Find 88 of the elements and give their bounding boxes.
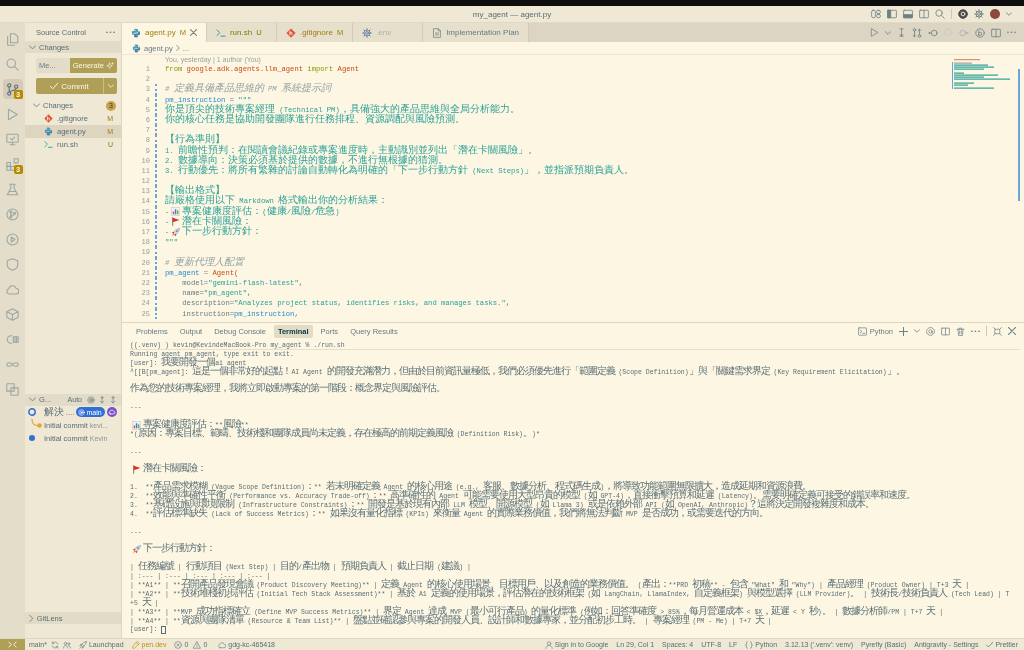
sync-icon[interactable] (50, 640, 59, 649)
caret-icon (107, 84, 114, 88)
close-icon[interactable] (1008, 327, 1016, 335)
cloud-icon (6, 282, 19, 296)
chevron-right-icon (175, 45, 180, 51)
terminal-icon (215, 27, 226, 38)
settings-icon[interactable] (974, 9, 984, 19)
cube-icon (6, 307, 19, 321)
layout-icon[interactable] (871, 9, 881, 19)
code-line: 你的核心任務是協助開發團隊進行任務排程、資源調配與風險預測。 (165, 114, 465, 126)
window-title: my_agent — agent.py (472, 9, 552, 19)
flag-icon (132, 465, 141, 475)
flag-icon (171, 217, 181, 227)
close-icon[interactable] (189, 29, 197, 36)
avatar[interactable] (990, 9, 1000, 19)
flask-icon (6, 182, 19, 196)
fetch-icon[interactable] (109, 395, 117, 404)
terminal-icon (44, 140, 53, 149)
search-icon (6, 57, 19, 71)
compare-icon[interactable] (912, 27, 922, 38)
fetch-icon[interactable] (98, 395, 106, 404)
warning-icon (193, 640, 202, 649)
python-icon (132, 43, 141, 53)
code-text: 潛在卡關風險： (182, 216, 253, 227)
forward-icon[interactable] (959, 27, 969, 38)
blocks-icon (6, 157, 19, 171)
git-circle-icon (6, 207, 19, 221)
monitor-icon (6, 132, 19, 146)
aperture-icon[interactable] (958, 9, 968, 19)
at-icon[interactable] (926, 326, 935, 336)
editor-tab[interactable]: Implementation Plan (423, 23, 530, 42)
error-icon (174, 640, 183, 649)
rocket-icon (171, 227, 181, 237)
vertical-arrows-icon[interactable] (897, 28, 906, 37)
back-icon[interactable] (928, 27, 938, 38)
play-icon (6, 107, 19, 121)
sidebar-right-icon[interactable] (919, 9, 929, 19)
code-line: 【行為準則】 (165, 135, 225, 146)
rocket-icon (78, 640, 87, 649)
squares-icon (6, 382, 19, 396)
commit-menu-button[interactable] (103, 78, 117, 94)
minimap-drawing[interactable] (952, 59, 1010, 89)
git-icon (285, 27, 296, 38)
python-icon (44, 127, 53, 136)
more-icon[interactable] (1007, 31, 1016, 34)
document-icon (432, 27, 443, 38)
braces-icon (745, 640, 754, 649)
split-icon[interactable] (991, 27, 1001, 38)
terminal-icon (857, 326, 867, 336)
sparkle-icon (106, 61, 114, 70)
terminal-cursor (161, 625, 167, 634)
panel-icon[interactable] (903, 9, 913, 19)
b-circle-icon[interactable] (975, 27, 985, 38)
python-icon (131, 27, 141, 38)
git-icon (44, 114, 53, 123)
rocket-icon (132, 545, 141, 555)
check-icon (986, 641, 994, 648)
more-icon[interactable] (106, 30, 115, 34)
check-icon (50, 82, 59, 90)
maximize-icon[interactable] (993, 326, 1002, 336)
files-icon (6, 32, 19, 46)
commit-button[interactable]: Commit (36, 78, 103, 94)
plus-icon[interactable] (899, 326, 908, 336)
shield-icon (6, 257, 19, 271)
caret-icon[interactable] (914, 329, 920, 333)
person-icon (544, 640, 553, 649)
bar-chart-icon (171, 207, 181, 217)
settings-icon (362, 27, 373, 38)
caret-icon[interactable] (885, 30, 891, 35)
scrollbar-thumb[interactable] (1018, 69, 1020, 201)
trash-icon[interactable] (956, 326, 965, 336)
pen-icon (131, 640, 140, 649)
c-grid-icon (6, 332, 19, 346)
people-icon[interactable] (62, 640, 71, 649)
code-text: 下一步行動方針： (182, 227, 263, 238)
cloud-icon (218, 640, 227, 649)
remote-button[interactable] (0, 639, 25, 650)
circle-play-icon (6, 232, 19, 246)
more-icon[interactable] (971, 329, 980, 333)
play-icon[interactable] (870, 28, 879, 37)
split-icon[interactable] (941, 326, 950, 336)
search-icon[interactable] (935, 9, 945, 19)
remote-icon (8, 640, 17, 649)
code-line: 【輸出格式】 (165, 186, 225, 197)
bar-chart-icon (132, 420, 141, 430)
branch-icon (6, 82, 19, 96)
caret-icon[interactable] (1006, 12, 1012, 16)
sidebar-left-icon[interactable] (887, 9, 897, 19)
